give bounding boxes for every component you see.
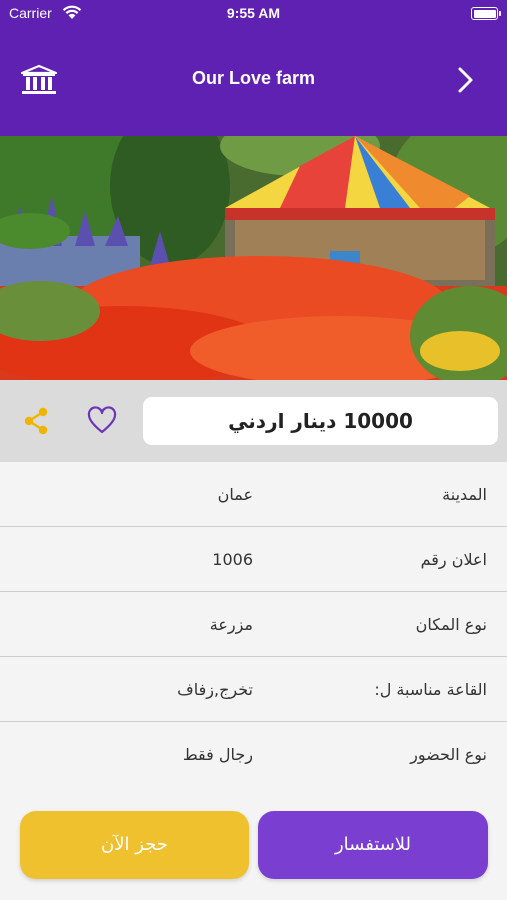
detail-row-city: المدينة عمان [0,462,507,527]
detail-label: القاعة مناسبة ل: [374,680,487,699]
detail-label: نوع الحضور [410,745,487,764]
clock: 9:55 AM [226,5,281,21]
inquire-button[interactable]: للاستفسار [258,811,488,879]
price-display: 10000 دينار اردني [143,397,498,445]
details-list: المدينة عمان اعلان رقم 1006 نوع المكان م… [0,462,507,787]
detail-value: مزرعة [209,615,253,634]
status-bar: Carrier 9:55 AM [0,0,507,28]
detail-value: تخرج,زفاف [177,680,253,699]
detail-row-ad-number: اعلان رقم 1006 [0,527,507,592]
venue-photo [0,136,507,380]
detail-value: 1006 [212,550,253,569]
detail-row-suitable-for: القاعة مناسبة ل: تخرج,زفاف [0,657,507,722]
detail-label: نوع المكان [415,615,487,634]
battery-icon [471,7,501,20]
heart-icon[interactable] [86,406,118,436]
app-header: Carrier 9:55 AM Our Love farm [0,0,507,136]
detail-row-attendance: نوع الحضور رجال فقط [0,722,507,787]
page-title: Our Love farm [191,68,316,88]
share-icon[interactable] [22,406,50,436]
detail-row-place-type: نوع المكان مزرعة [0,592,507,657]
detail-value: رجال فقط [182,745,253,764]
chevron-right-icon[interactable] [457,66,475,94]
detail-value: عمان [217,485,253,504]
detail-label: اعلان رقم [420,550,487,569]
book-now-button[interactable]: حجز الآن [20,811,249,879]
detail-label: المدينة [442,485,487,504]
